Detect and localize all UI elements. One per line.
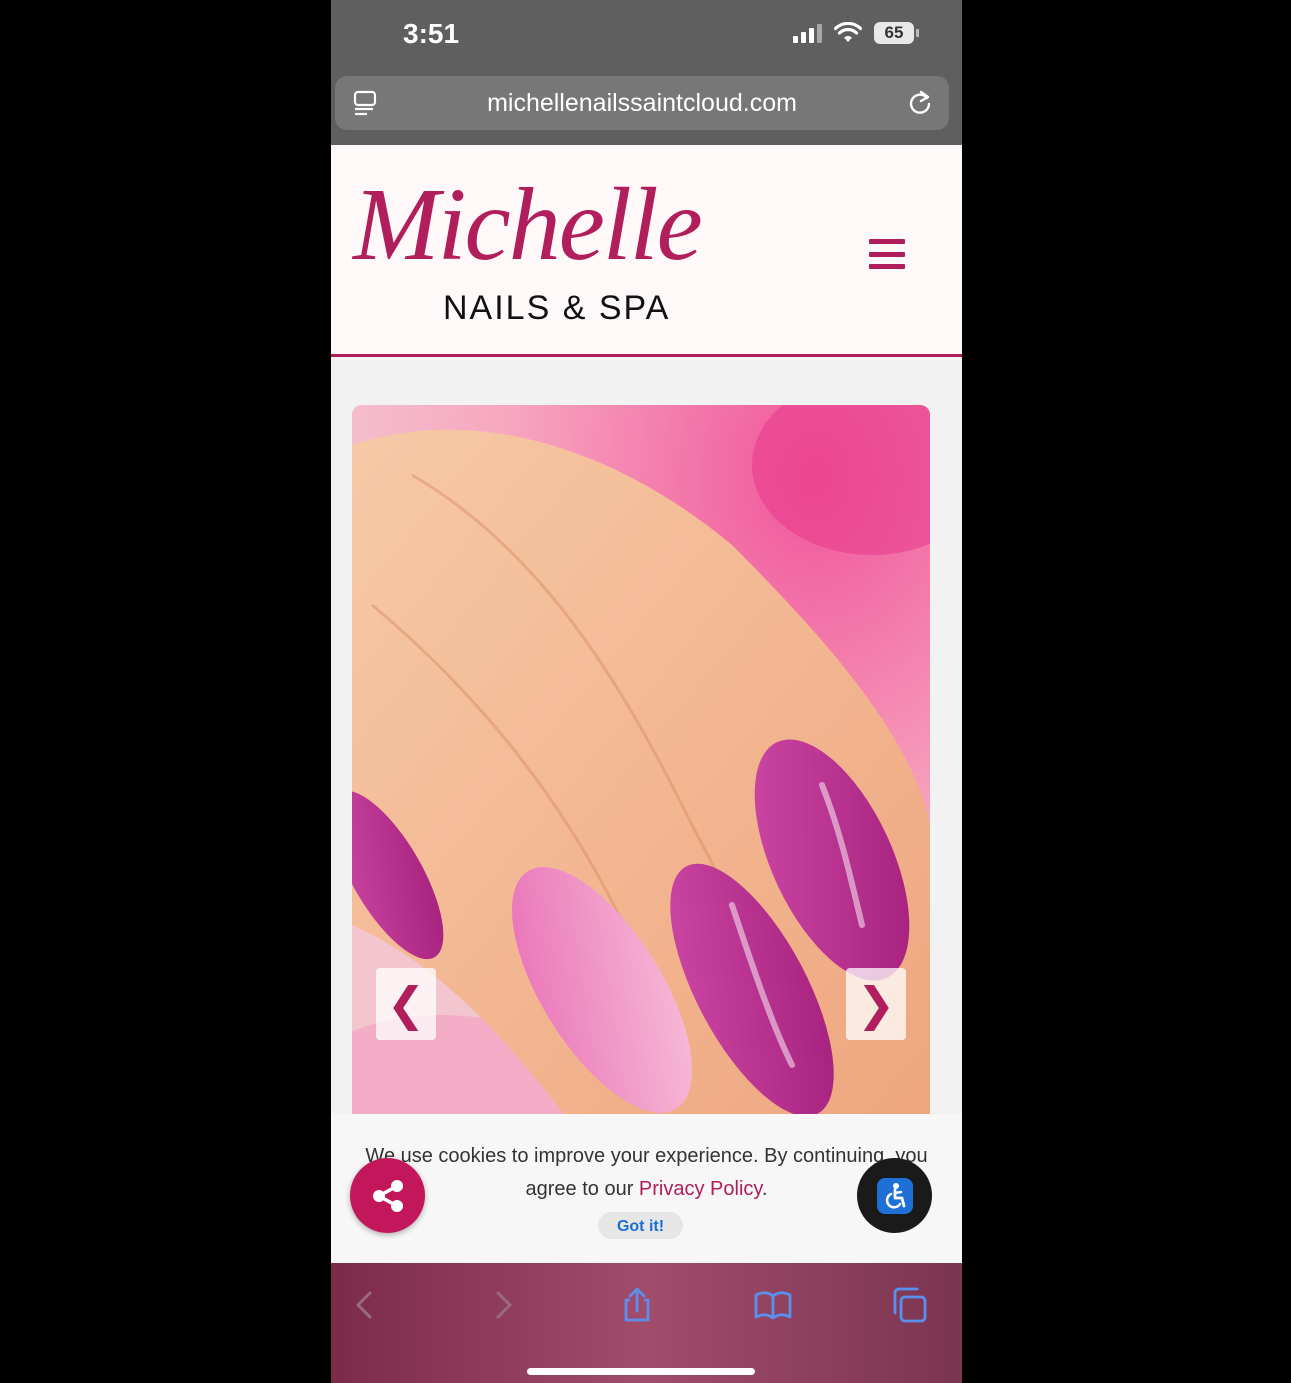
accessibility-icon <box>876 1177 913 1214</box>
cellular-signal-icon <box>793 23 822 43</box>
logo-script[interactable]: Michelle <box>353 165 703 284</box>
hero-slider: ❮ ❯ <box>352 405 930 1125</box>
cookie-accept-button[interactable]: Got it! <box>598 1212 683 1239</box>
phone-screen: 3:51 65 michellenailssaintcloud.com Mich… <box>331 0 962 1383</box>
hamburger-menu-icon[interactable] <box>869 239 905 269</box>
forward-icon[interactable] <box>483 1285 523 1325</box>
battery-indicator: 65 <box>874 22 919 44</box>
slider-prev-button[interactable]: ❮ <box>376 968 436 1040</box>
url-text[interactable]: michellenailssaintcloud.com <box>335 89 949 118</box>
cookie-text-end: . <box>761 1178 768 1200</box>
status-icons: 65 <box>793 22 919 44</box>
logo-subtitle[interactable]: NAILS & SPA <box>443 289 670 328</box>
address-bar[interactable]: michellenailssaintcloud.com <box>335 76 949 130</box>
home-indicator[interactable] <box>527 1368 755 1375</box>
wifi-icon <box>834 22 862 42</box>
reload-icon[interactable] <box>907 90 933 116</box>
site-header: Michelle NAILS & SPA <box>331 145 962 357</box>
privacy-policy-link[interactable]: Privacy Policy <box>639 1178 762 1200</box>
browser-chrome: 3:51 65 michellenailssaintcloud.com <box>331 0 962 145</box>
hero-image-nails <box>352 405 930 1125</box>
browser-toolbar <box>331 1263 962 1383</box>
status-time: 3:51 <box>403 18 460 49</box>
bookmarks-icon[interactable] <box>753 1285 793 1325</box>
share-icon <box>372 1179 403 1212</box>
share-button[interactable] <box>350 1158 425 1233</box>
back-icon[interactable] <box>345 1285 385 1325</box>
accessibility-button[interactable] <box>857 1158 932 1233</box>
slider-next-button[interactable]: ❯ <box>846 968 906 1040</box>
tabs-icon[interactable] <box>889 1285 929 1325</box>
share-page-icon[interactable] <box>617 1285 657 1325</box>
